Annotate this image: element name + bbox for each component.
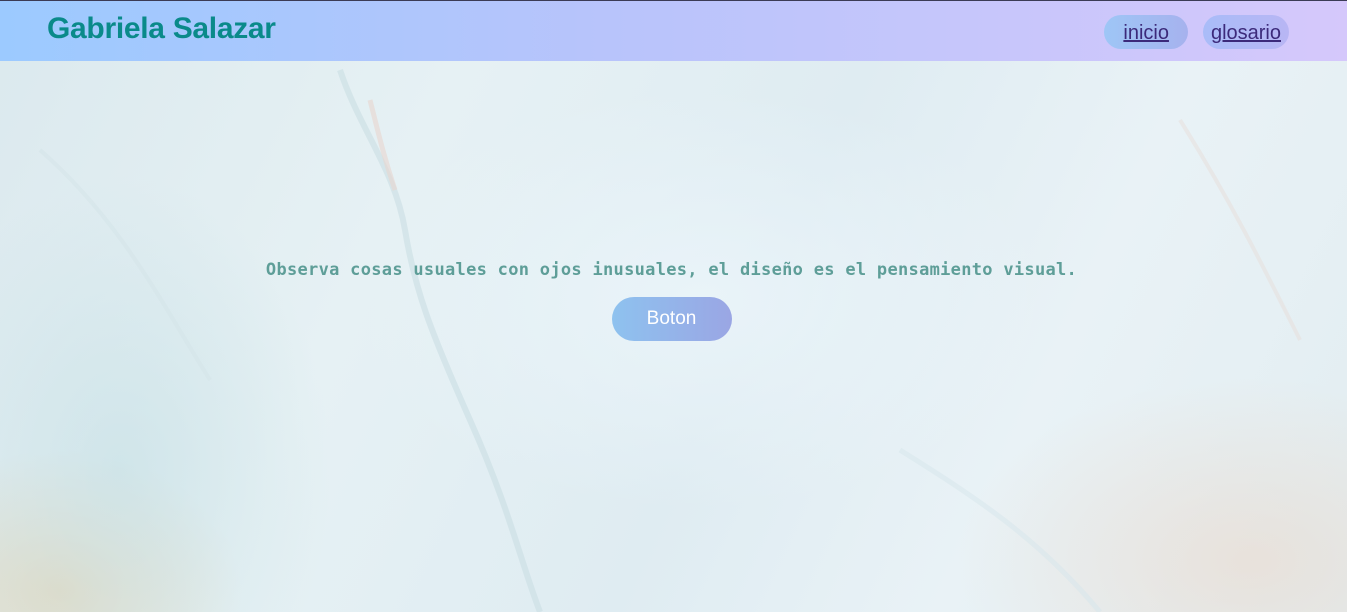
hero-button[interactable]: Boton [611,297,732,341]
top-header: Gabriela Salazar inicio glosario [0,0,1347,61]
hero-quote: Observa cosas usuales con ojos inusuales… [265,260,1078,280]
main-nav: inicio glosario [1104,15,1289,49]
nav-link-glosario[interactable]: glosario [1202,15,1289,49]
site-title[interactable]: Gabriela Salazar [47,12,276,46]
hero-section: Observa cosas usuales con ojos inusuales… [0,260,1347,341]
nav-link-inicio[interactable]: inicio [1104,15,1188,49]
